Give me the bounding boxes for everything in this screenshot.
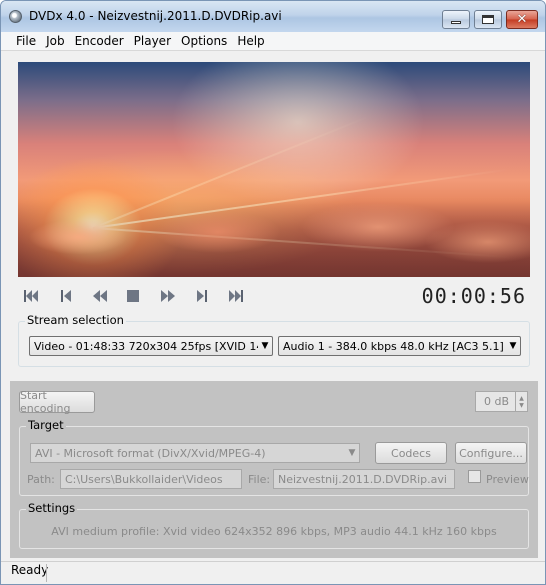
video-stream-value: Video - 01:48:33 720x304 25fps [XVID 141… xyxy=(34,339,258,353)
video-stream-select[interactable]: Video - 01:48:33 720x304 25fps [XVID 141… xyxy=(29,336,273,356)
stop-icon xyxy=(127,290,139,302)
spinner-arrows-icon[interactable]: ▲ ▼ xyxy=(515,392,527,411)
step-back-button[interactable] xyxy=(55,287,77,305)
menu-help[interactable]: Help xyxy=(232,34,269,48)
skip-to-start-icon xyxy=(24,290,38,302)
skip-to-start-button[interactable] xyxy=(20,287,42,305)
audio-stream-value: Audio 1 - 384.0 kbps 48.0 kHz [AC3 5.1] xyxy=(283,339,504,353)
chevron-down-icon: ▼ xyxy=(348,448,356,458)
codecs-button[interactable]: Codecs xyxy=(375,442,447,464)
menu-options[interactable]: Options xyxy=(176,34,232,48)
target-label: Target xyxy=(26,418,66,432)
step-forward-button[interactable] xyxy=(191,287,213,305)
maximize-icon xyxy=(482,15,494,24)
db-value: 0 dB xyxy=(483,395,509,408)
audio-stream-select[interactable]: Audio 1 - 384.0 kbps 48.0 kHz [AC3 5.1] … xyxy=(278,336,521,356)
menu-bar: File Job Encoder Player Options Help xyxy=(1,32,545,51)
status-text: Ready xyxy=(11,563,49,577)
volume-db-spinner[interactable]: 0 dB ▲ ▼ xyxy=(475,391,528,412)
settings-group: Settings AVI medium profile: Xvid video … xyxy=(19,501,529,549)
menu-job[interactable]: Job xyxy=(41,34,70,48)
configure-button[interactable]: Configure... xyxy=(455,442,527,464)
app-window: DVDx 4.0 - Neizvestnij.2011.D.DVDRip.avi… xyxy=(0,0,546,585)
path-label: Path: xyxy=(27,473,55,486)
stop-button[interactable] xyxy=(122,287,144,305)
path-field[interactable]: C:\Users\Bukkollaider\Videos xyxy=(60,469,242,489)
skip-to-end-button[interactable] xyxy=(225,287,247,305)
target-group: Target AVI - Microsoft format (DivX/Xvid… xyxy=(19,418,529,496)
encoding-panel: Start encoding 0 dB ▲ ▼ Target AVI - Micr… xyxy=(10,381,538,558)
minimize-button[interactable] xyxy=(442,10,470,29)
stream-selection-group: Stream selection Video - 01:48:33 720x30… xyxy=(18,313,530,367)
menu-file[interactable]: File xyxy=(11,34,41,48)
skip-to-end-icon xyxy=(229,290,243,302)
format-value: AVI - Microsoft format (DivX/Xvid/MPEG-4… xyxy=(35,446,266,460)
close-icon: ✕ xyxy=(516,12,528,27)
close-button[interactable]: ✕ xyxy=(506,10,538,29)
preview-checkbox[interactable] xyxy=(468,470,481,483)
file-label: File: xyxy=(248,473,271,486)
chevron-down-icon: ▼ xyxy=(509,341,517,351)
title-bar[interactable]: DVDx 4.0 - Neizvestnij.2011.D.DVDRip.avi… xyxy=(1,1,545,32)
settings-profile-text: AVI medium profile: Xvid video 624x352 8… xyxy=(51,525,497,538)
file-field[interactable]: Neizvestnij.2011.D.DVDRip.avi xyxy=(273,469,455,489)
step-forward-icon xyxy=(197,290,207,302)
window-title: DVDx 4.0 - Neizvestnij.2011.D.DVDRip.avi xyxy=(29,9,282,23)
clouds xyxy=(18,197,530,277)
rewind-icon xyxy=(93,290,107,302)
status-divider xyxy=(46,564,47,582)
status-bar: Ready xyxy=(1,561,545,584)
stream-selection-label: Stream selection xyxy=(25,313,126,327)
maximize-button[interactable] xyxy=(474,10,502,29)
preview-label: Preview xyxy=(486,473,529,486)
video-preview[interactable] xyxy=(18,62,530,277)
chevron-down-icon: ▼ xyxy=(261,341,269,351)
start-encoding-button[interactable]: Start encoding xyxy=(19,389,95,415)
timecode-display: 00:00:56 xyxy=(421,284,526,308)
rewind-button[interactable] xyxy=(89,287,111,305)
app-disc-icon xyxy=(9,10,22,23)
menu-encoder[interactable]: Encoder xyxy=(70,34,129,48)
minimize-icon xyxy=(451,21,461,24)
play-icon xyxy=(161,290,175,302)
settings-label: Settings xyxy=(26,501,78,515)
format-select[interactable]: AVI - Microsoft format (DivX/Xvid/MPEG-4… xyxy=(30,443,360,463)
play-button[interactable] xyxy=(157,287,179,305)
menu-player[interactable]: Player xyxy=(129,34,176,48)
step-back-icon xyxy=(61,290,71,302)
playback-controls: 00:00:56 xyxy=(18,282,530,310)
